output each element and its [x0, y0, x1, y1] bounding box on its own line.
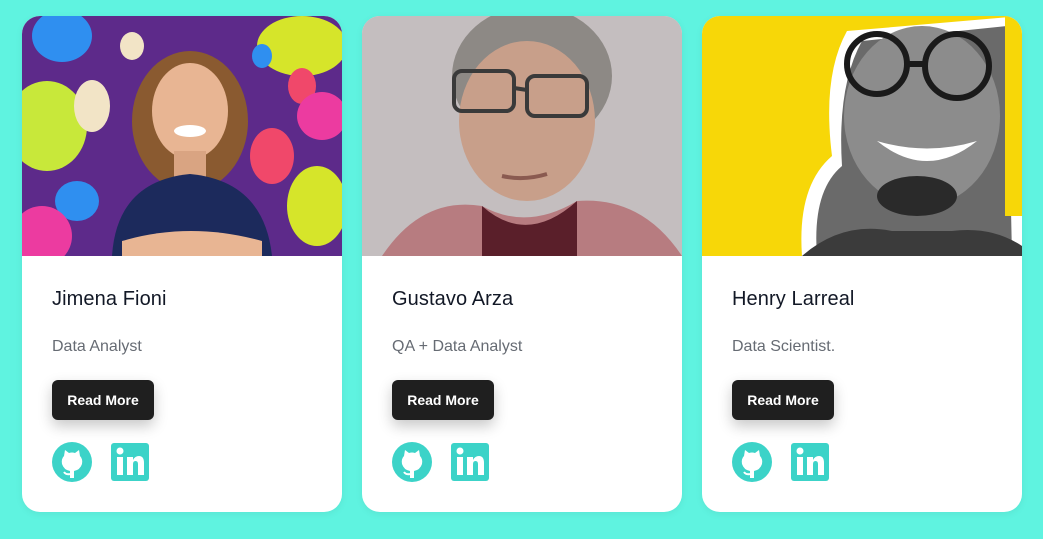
member-role: QA + Data Analyst: [392, 338, 523, 355]
linkedin-icon[interactable]: [450, 442, 490, 482]
linkedin-icon[interactable]: [110, 442, 150, 482]
profile-photo: [22, 16, 342, 256]
team-card: Gustavo Arza QA + Data Analyst Read More: [362, 16, 682, 512]
linkedin-icon[interactable]: [790, 442, 830, 482]
github-icon[interactable]: [392, 442, 432, 482]
read-more-button[interactable]: Read More: [732, 380, 834, 420]
profile-photo: [702, 16, 1022, 256]
team-card: Jimena Fioni Data Analyst Read More: [22, 16, 342, 512]
member-name: Gustavo Arza: [392, 288, 514, 310]
member-role: Data Scientist.: [732, 338, 836, 355]
github-icon[interactable]: [52, 442, 92, 482]
github-icon[interactable]: [732, 442, 772, 482]
member-name: Henry Larreal: [732, 288, 855, 310]
read-more-button[interactable]: Read More: [392, 380, 494, 420]
team-card: Henry Larreal Data Scientist. Read More: [702, 16, 1022, 512]
team-section: Jimena Fioni Data Analyst Read More Gust…: [0, 0, 1043, 539]
profile-photo: [362, 16, 682, 256]
read-more-button[interactable]: Read More: [52, 380, 154, 420]
member-name: Jimena Fioni: [52, 288, 167, 310]
member-role: Data Analyst: [52, 338, 142, 355]
